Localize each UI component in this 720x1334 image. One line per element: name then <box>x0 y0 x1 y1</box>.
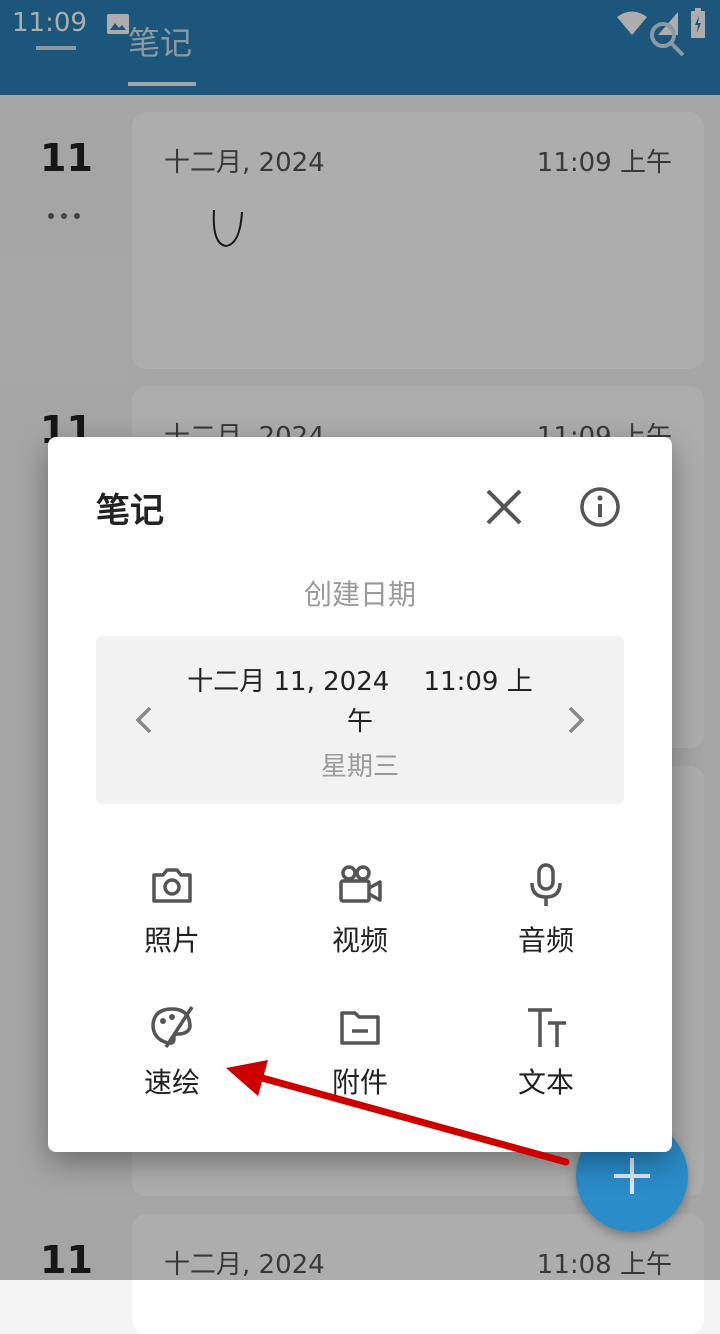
option-label: 音频 <box>517 924 574 957</box>
folder-icon <box>340 1011 380 1045</box>
option-label: 附件 <box>331 1066 388 1099</box>
option-label: 速绘 <box>143 1066 200 1099</box>
option-label: 照片 <box>143 924 200 957</box>
video-camera-icon <box>339 865 382 903</box>
close-icon[interactable] <box>478 481 530 533</box>
attachment-option[interactable]: 附件 <box>270 1003 450 1113</box>
microphone-icon <box>530 863 562 906</box>
date-picker: 十二月 11, 2024 11:09 上午 星期三 <box>96 636 624 804</box>
plus-icon <box>614 1158 650 1194</box>
dialog-title: 笔记 <box>96 491 164 531</box>
sketch-option[interactable]: 速绘 <box>82 1003 262 1113</box>
palette-brush-icon <box>151 1006 194 1048</box>
text-option[interactable]: 文本 <box>456 1003 636 1113</box>
text-size-icon <box>528 1008 566 1047</box>
info-icon[interactable] <box>574 481 626 533</box>
audio-option[interactable]: 音频 <box>456 861 636 971</box>
option-label: 视频 <box>331 924 388 957</box>
new-note-dialog: 笔记 创建日期 十二月 11, 2024 11:09 上午 星期三 照片 视频 … <box>48 437 672 1152</box>
video-option[interactable]: 视频 <box>270 861 450 971</box>
photo-option[interactable]: 照片 <box>82 861 262 971</box>
option-label: 文本 <box>517 1066 574 1099</box>
chevron-left-icon[interactable] <box>126 698 162 742</box>
created-date-label: 创建日期 <box>303 578 416 611</box>
camera-icon <box>152 868 192 903</box>
weekday-label: 星期三 <box>320 752 399 782</box>
chevron-right-icon[interactable] <box>558 698 594 742</box>
date-value[interactable]: 十二月 11, 2024 11:09 上午 <box>180 662 540 742</box>
